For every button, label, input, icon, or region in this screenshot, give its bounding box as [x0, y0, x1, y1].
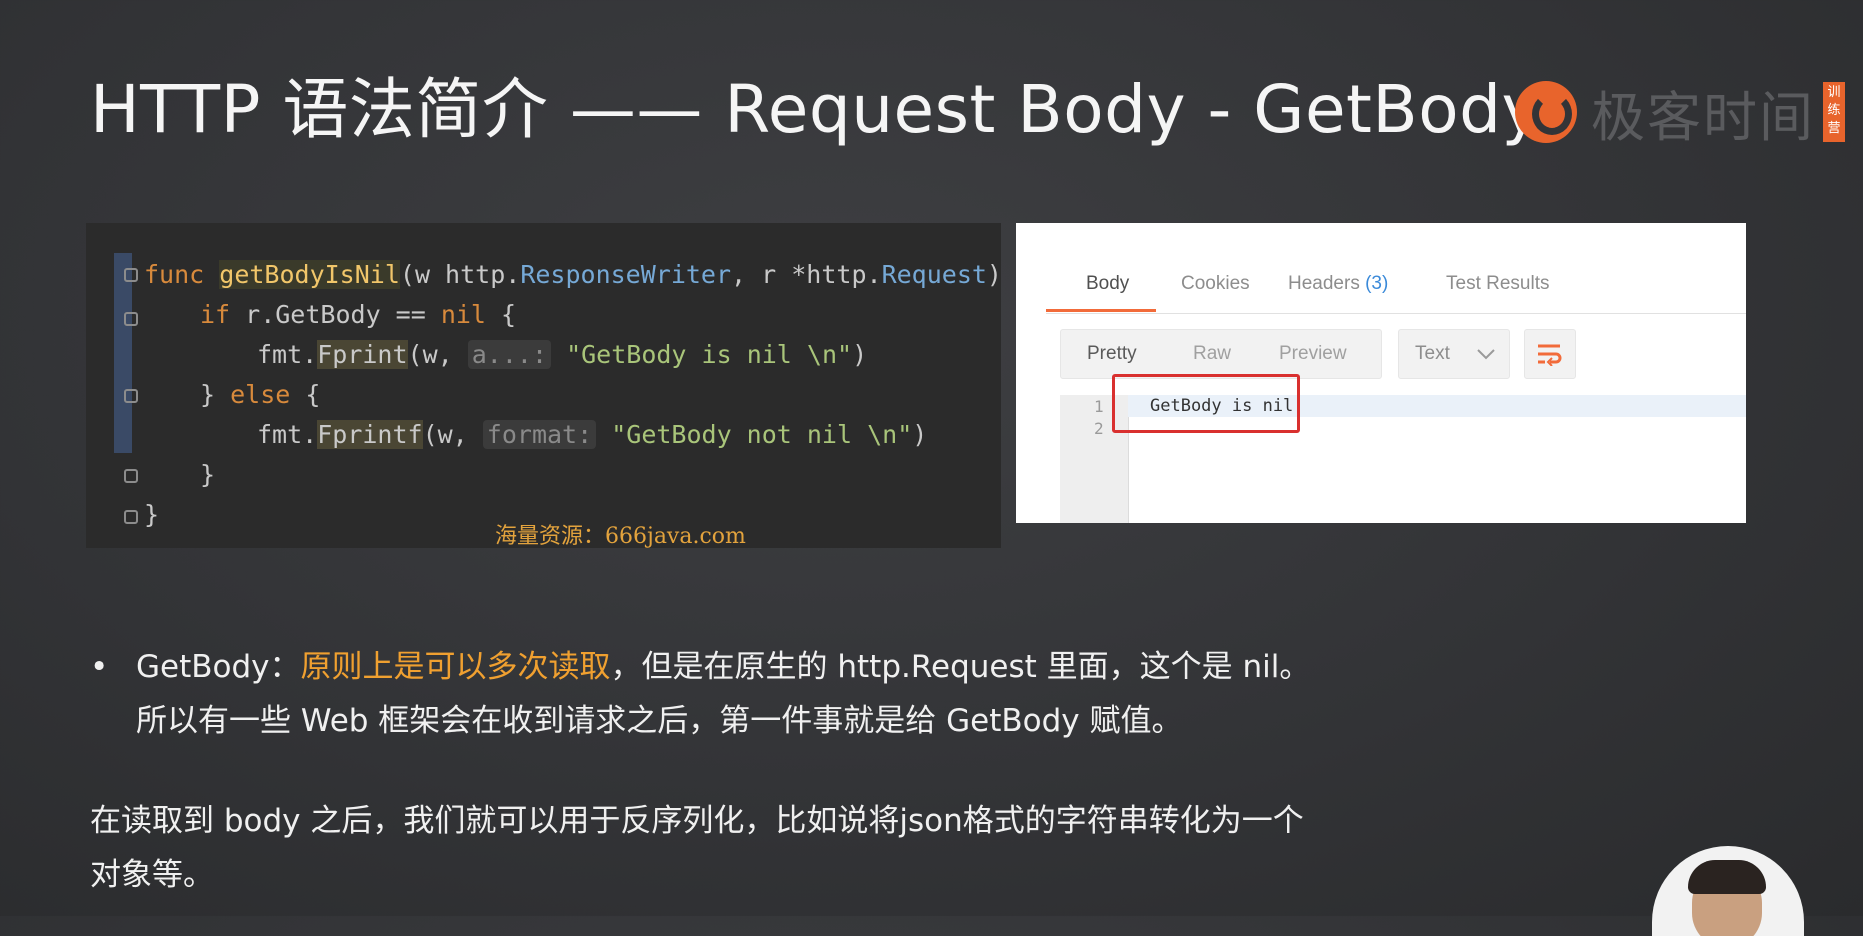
code-line-2: if r.GetBody == nil { [200, 300, 517, 329]
bullet-dot: • [90, 649, 109, 685]
paragraph-line2: 对象等。 [90, 857, 214, 893]
raw-button[interactable]: Raw [1193, 343, 1231, 365]
pretty-button[interactable]: Pretty [1087, 343, 1137, 365]
bullet-label: GetBody： [136, 649, 301, 685]
fold-icon [124, 469, 138, 483]
tab-test-results[interactable]: Test Results [1446, 273, 1549, 295]
format-select-value: Text [1415, 343, 1450, 364]
slide-title: HTTP 语法简介 —— Request Body - GetBody [90, 71, 1542, 148]
logo-tag: 训练营 [1823, 82, 1845, 142]
preview-button[interactable]: Preview [1279, 343, 1347, 365]
view-mode-group: Pretty Raw Preview [1060, 329, 1382, 379]
headers-count-badge: (3) [1365, 273, 1389, 294]
tab-headers-label: Headers [1288, 273, 1360, 294]
logo-text: 极客时间 [1591, 85, 1815, 149]
format-select[interactable]: Text [1398, 329, 1510, 379]
tab-cookies[interactable]: Cookies [1181, 273, 1250, 295]
fold-icon [124, 510, 138, 524]
response-panel: Body Cookies Headers (3) Test Results Pr… [1016, 223, 1746, 523]
code-line-3: fmt.Fprint(w, a...: "GetBody is nil \n") [257, 340, 868, 369]
fold-icon [124, 268, 138, 282]
presenter-webcam [1652, 846, 1804, 936]
fold-icon [124, 389, 138, 403]
code-line-4: } else { [200, 380, 321, 409]
chevron-down-icon [1477, 349, 1495, 360]
response-tabs: Body Cookies Headers (3) Test Results [1046, 263, 1746, 314]
tab-body[interactable]: Body [1086, 273, 1129, 295]
code-line-6: } [200, 460, 216, 489]
tab-headers[interactable]: Headers (3) [1288, 273, 1388, 295]
line-number: 1 [1094, 397, 1104, 416]
geektime-logo-icon [1515, 81, 1577, 143]
line-number: 2 [1094, 419, 1104, 438]
code-line-1: func getBodyIsNil(w http.ResponseWriter,… [144, 260, 1033, 289]
bullet-line2: 所以有一些 Web 框架会在收到请求之后，第一件事就是给 GetBody 赋值。 [136, 703, 1183, 739]
bullet-highlight: 原则上是可以多次读取 [300, 649, 611, 685]
watermark-text: 海量资源：666java.com [495, 524, 746, 549]
bullet-text: GetBody：原则上是可以多次读取，但是在原生的 http.Request 里… [136, 640, 1556, 748]
bullet-line1-rest: ，但是在原生的 http.Request 里面，这个是 nil。 [610, 649, 1311, 685]
paragraph-line1: 在读取到 body 之后，我们就可以用于反序列化，比如说将json格式的字符串转… [90, 803, 1304, 839]
code-gutter-marker [114, 253, 132, 453]
wrap-lines-button[interactable] [1524, 329, 1576, 379]
active-tab-indicator [1046, 309, 1156, 312]
presenter-hair [1688, 860, 1766, 894]
wrap-lines-icon [1538, 344, 1562, 366]
highlight-box [1112, 374, 1300, 433]
body-paragraph: 在读取到 body 之后，我们就可以用于反序列化，比如说将json格式的字符串转… [90, 794, 1530, 902]
fold-icon [124, 312, 138, 326]
geektime-logo: 极客时间 训练营 [1515, 76, 1845, 149]
code-line-5: fmt.Fprintf(w, format: "GetBody not nil … [257, 420, 928, 449]
code-line-7: } [144, 500, 160, 529]
